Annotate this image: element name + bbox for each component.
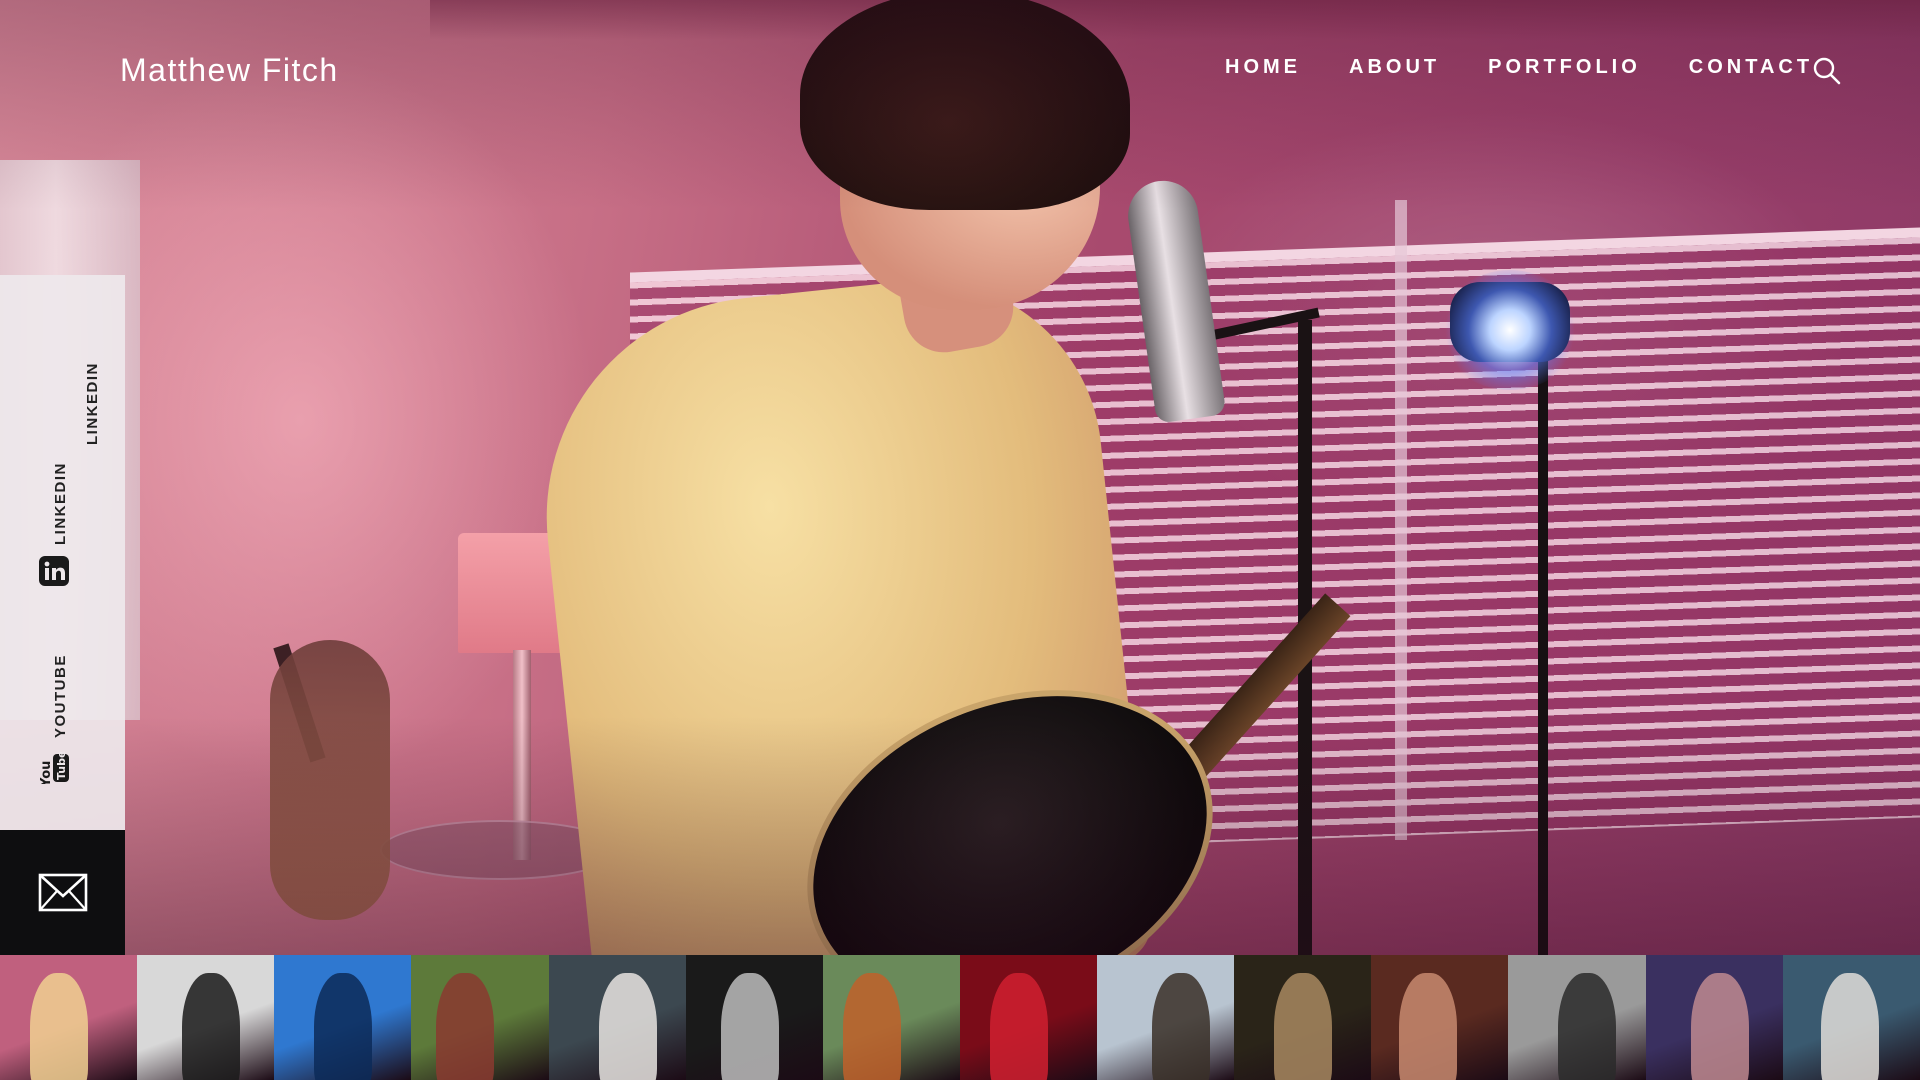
portfolio-thumbnail-strip xyxy=(0,955,1920,1080)
thumbnail-red-night-street[interactable] xyxy=(959,955,1097,1080)
thumbnail-figure xyxy=(842,973,901,1080)
linkedin-label: LINKEDIN xyxy=(84,362,101,445)
thumbnail-man-reading[interactable] xyxy=(1782,955,1920,1080)
thumbnail-man-lighter[interactable] xyxy=(1234,955,1372,1080)
thumbnail-man-closeup[interactable] xyxy=(1371,955,1509,1080)
thumbnail-figure xyxy=(182,973,241,1080)
thumbnail-two-people-park[interactable] xyxy=(411,955,549,1080)
thumbnail-singer-studio[interactable] xyxy=(0,955,138,1080)
nav-contact[interactable]: CONTACT xyxy=(1689,56,1813,79)
thumbnail-hat-man-sky[interactable] xyxy=(1097,955,1235,1080)
hero-overlay xyxy=(0,0,1920,955)
youtube-text[interactable]: YOUTUBE xyxy=(52,654,69,738)
contact-mail-button[interactable] xyxy=(0,830,125,955)
thumbnail-figure xyxy=(1152,973,1210,1080)
thumbnail-figure xyxy=(989,973,1048,1080)
thumbnail-figure xyxy=(1399,973,1458,1080)
nav-about[interactable]: ABOUT xyxy=(1349,56,1440,79)
nav-portfolio[interactable]: PORTFOLIO xyxy=(1488,56,1641,79)
thumbnail-woman-scarf[interactable] xyxy=(548,955,686,1080)
linkedin-text[interactable]: LINKEDIN xyxy=(52,462,69,545)
envelope-icon xyxy=(38,873,88,912)
thumbnail-man-bw-pointing[interactable] xyxy=(685,955,823,1080)
youtube-icon[interactable]: You Tube xyxy=(36,751,72,788)
thumbnail-figure xyxy=(436,973,495,1080)
thumbnail-figure xyxy=(1820,973,1879,1080)
nav-home[interactable]: HOME xyxy=(1225,56,1301,79)
youtube-icon-text-bottom: Tube xyxy=(55,752,68,780)
thumbnail-figure xyxy=(1690,973,1749,1080)
thumbnail-smoker-purple[interactable] xyxy=(1645,955,1783,1080)
thumbnail-window-silhouette[interactable] xyxy=(137,955,275,1080)
thumbnail-figure xyxy=(314,973,373,1080)
thumbnail-figure xyxy=(598,973,657,1080)
thumbnail-figure xyxy=(720,973,779,1080)
thumbnail-figure xyxy=(1274,973,1333,1080)
search-icon[interactable] xyxy=(1812,56,1842,86)
social-sidebar: LINKEDIN xyxy=(0,275,125,830)
thumbnail-figure xyxy=(1558,973,1617,1080)
thumbnail-blue-sky-profile[interactable] xyxy=(274,955,412,1080)
thumbnail-couple-bw[interactable] xyxy=(1508,955,1646,1080)
main-nav: HOME ABOUT PORTFOLIO CONTACT xyxy=(1200,56,1813,79)
hero-image xyxy=(0,0,1920,955)
thumbnail-figure xyxy=(30,973,88,1080)
youtube-icon-text-top: You xyxy=(39,761,54,784)
site-title[interactable]: Matthew Fitch xyxy=(120,52,339,89)
thumbnail-redhead-couple[interactable] xyxy=(822,955,960,1080)
linkedin-icon[interactable] xyxy=(39,556,69,586)
